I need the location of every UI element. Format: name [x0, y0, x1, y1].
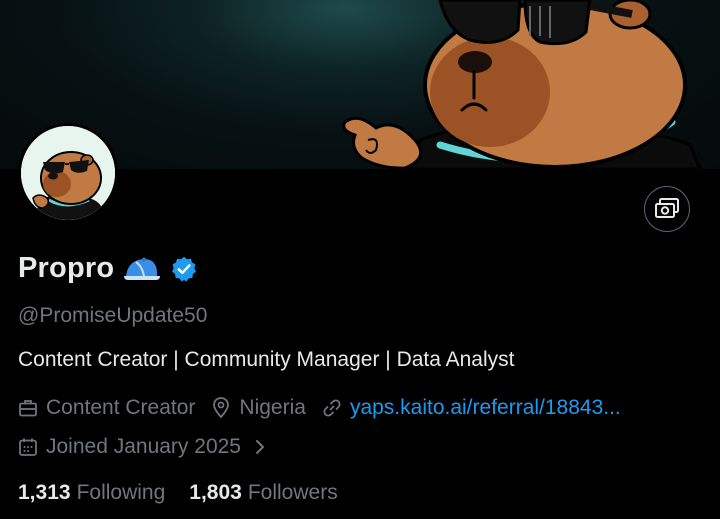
profile-name-row: Propro [18, 252, 198, 285]
profile-handle: @PromiseUpdate50 [18, 304, 208, 327]
location-pin-icon [213, 397, 230, 419]
avatar-capybara-illustration [21, 126, 115, 220]
followers-count: 1,803 [189, 481, 242, 504]
profile-stats-row: 1,313 Following 1,803 Followers [18, 481, 362, 505]
profile-location: Nigeria [211, 396, 306, 420]
location-label: Nigeria [239, 396, 306, 419]
briefcase-icon [19, 400, 37, 417]
calendar-icon [19, 438, 37, 456]
money-icon [655, 198, 679, 218]
profile-website[interactable]: yaps.kaito.ai/referral/18843... [322, 396, 621, 420]
profile-joined-row[interactable]: Joined January 2025 [18, 435, 265, 459]
profile-bio: Content Creator | Community Manager | Da… [18, 348, 515, 371]
following-label: Following [76, 481, 166, 504]
link-icon [323, 399, 341, 417]
verified-badge-icon[interactable] [170, 255, 198, 283]
following-link[interactable]: 1,313 Following [18, 481, 165, 505]
followers-label: Followers [247, 481, 338, 504]
avatar-image [21, 126, 115, 220]
profile-avatar[interactable] [18, 123, 118, 223]
tip-button[interactable] [644, 186, 690, 232]
profile-category: Content Creator [18, 396, 195, 420]
followers-link[interactable]: 1,803 Followers [189, 481, 337, 505]
profile-meta-row: Content Creator Nigeria yaps.kaito.ai/re… [18, 396, 621, 420]
profile-name: Propro [18, 252, 115, 284]
chevron-right-icon[interactable] [255, 439, 265, 455]
website-link[interactable]: yaps.kaito.ai/referral/18843... [350, 396, 621, 420]
following-count: 1,313 [18, 481, 71, 504]
joined-label: Joined January 2025 [46, 435, 241, 458]
category-label: Content Creator [46, 396, 196, 419]
cap-icon [122, 256, 162, 282]
